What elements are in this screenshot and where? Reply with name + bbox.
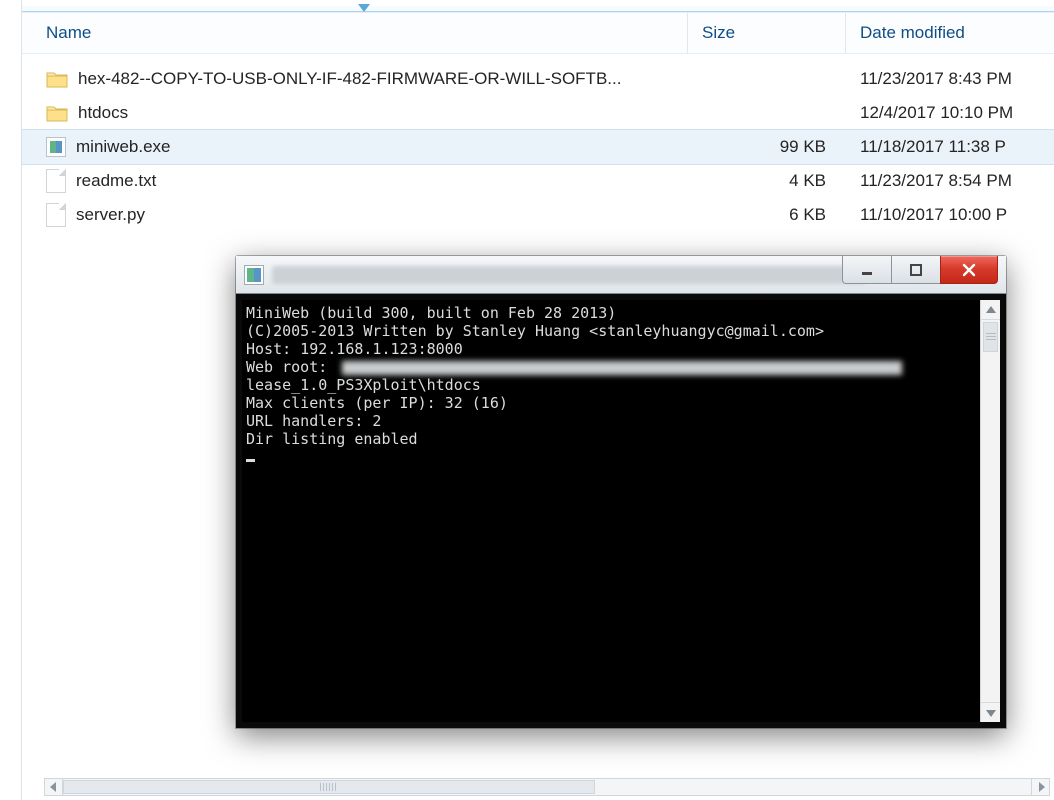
explorer-toolbar-edge bbox=[22, 6, 1054, 12]
file-date: 11/23/2017 8:43 PM bbox=[846, 69, 1054, 89]
column-header-size[interactable]: Size bbox=[688, 13, 846, 53]
explorer-left-pane-edge bbox=[0, 0, 22, 800]
console-body: MiniWeb (build 300, built on Feb 28 2013… bbox=[242, 300, 1000, 722]
minimize-button[interactable] bbox=[842, 256, 892, 284]
cursor bbox=[246, 459, 255, 462]
scroll-thumb[interactable] bbox=[63, 780, 595, 794]
exe-icon bbox=[46, 137, 66, 157]
sort-caret-icon bbox=[358, 4, 370, 12]
file-name: miniweb.exe bbox=[76, 137, 171, 157]
scroll-down-button[interactable] bbox=[981, 702, 1000, 722]
table-row[interactable]: miniweb.exe 99 KB11/18/2017 11:38 P bbox=[22, 130, 1054, 164]
file-icon bbox=[46, 203, 66, 227]
window-buttons bbox=[843, 256, 998, 284]
scroll-track-vertical[interactable] bbox=[981, 320, 1000, 702]
console-output: MiniWeb (build 300, built on Feb 28 2013… bbox=[242, 300, 980, 722]
vertical-scrollbar[interactable] bbox=[980, 300, 1000, 722]
scroll-right-button[interactable] bbox=[1031, 779, 1049, 795]
column-headers: Name Size Date modified bbox=[22, 12, 1054, 54]
redacted-path bbox=[342, 361, 902, 375]
console-window: MiniWeb (build 300, built on Feb 28 2013… bbox=[236, 256, 1006, 728]
table-row[interactable]: server.py 6 KB11/10/2017 10:00 P bbox=[22, 198, 1054, 232]
scroll-track[interactable] bbox=[63, 779, 1031, 795]
file-date: 12/4/2017 10:10 PM bbox=[846, 103, 1054, 123]
window-title-blurred bbox=[272, 266, 866, 284]
file-name: readme.txt bbox=[76, 171, 156, 191]
folder-icon bbox=[46, 70, 68, 88]
scroll-left-button[interactable] bbox=[45, 779, 63, 795]
table-row[interactable]: hex-482--COPY-TO-USB-ONLY-IF-482-FIRMWAR… bbox=[22, 62, 1054, 96]
column-header-name[interactable]: Name bbox=[22, 13, 688, 53]
file-date: 11/10/2017 10:00 P bbox=[846, 205, 1054, 225]
window-titlebar[interactable] bbox=[236, 256, 1006, 294]
table-row[interactable]: htdocs 12/4/2017 10:10 PM bbox=[22, 96, 1054, 130]
file-name: htdocs bbox=[78, 103, 128, 123]
file-date: 11/18/2017 11:38 P bbox=[846, 137, 1054, 157]
scroll-up-button[interactable] bbox=[981, 300, 1000, 320]
file-size: 4 KB bbox=[688, 171, 846, 191]
table-row[interactable]: readme.txt 4 KB11/23/2017 8:54 PM bbox=[22, 164, 1054, 198]
file-size: 6 KB bbox=[688, 205, 846, 225]
folder-icon bbox=[46, 104, 68, 122]
file-size: 99 KB bbox=[688, 137, 846, 157]
column-header-date[interactable]: Date modified bbox=[846, 13, 1054, 53]
close-button[interactable] bbox=[940, 256, 998, 284]
horizontal-scrollbar[interactable] bbox=[44, 778, 1050, 796]
file-icon bbox=[46, 169, 66, 193]
file-list: hex-482--COPY-TO-USB-ONLY-IF-482-FIRMWAR… bbox=[22, 54, 1054, 232]
file-name: hex-482--COPY-TO-USB-ONLY-IF-482-FIRMWAR… bbox=[78, 69, 621, 89]
maximize-button[interactable] bbox=[891, 256, 941, 284]
scroll-thumb-vertical[interactable] bbox=[983, 322, 998, 352]
file-name: server.py bbox=[76, 205, 145, 225]
file-date: 11/23/2017 8:54 PM bbox=[846, 171, 1054, 191]
app-icon bbox=[244, 265, 264, 285]
